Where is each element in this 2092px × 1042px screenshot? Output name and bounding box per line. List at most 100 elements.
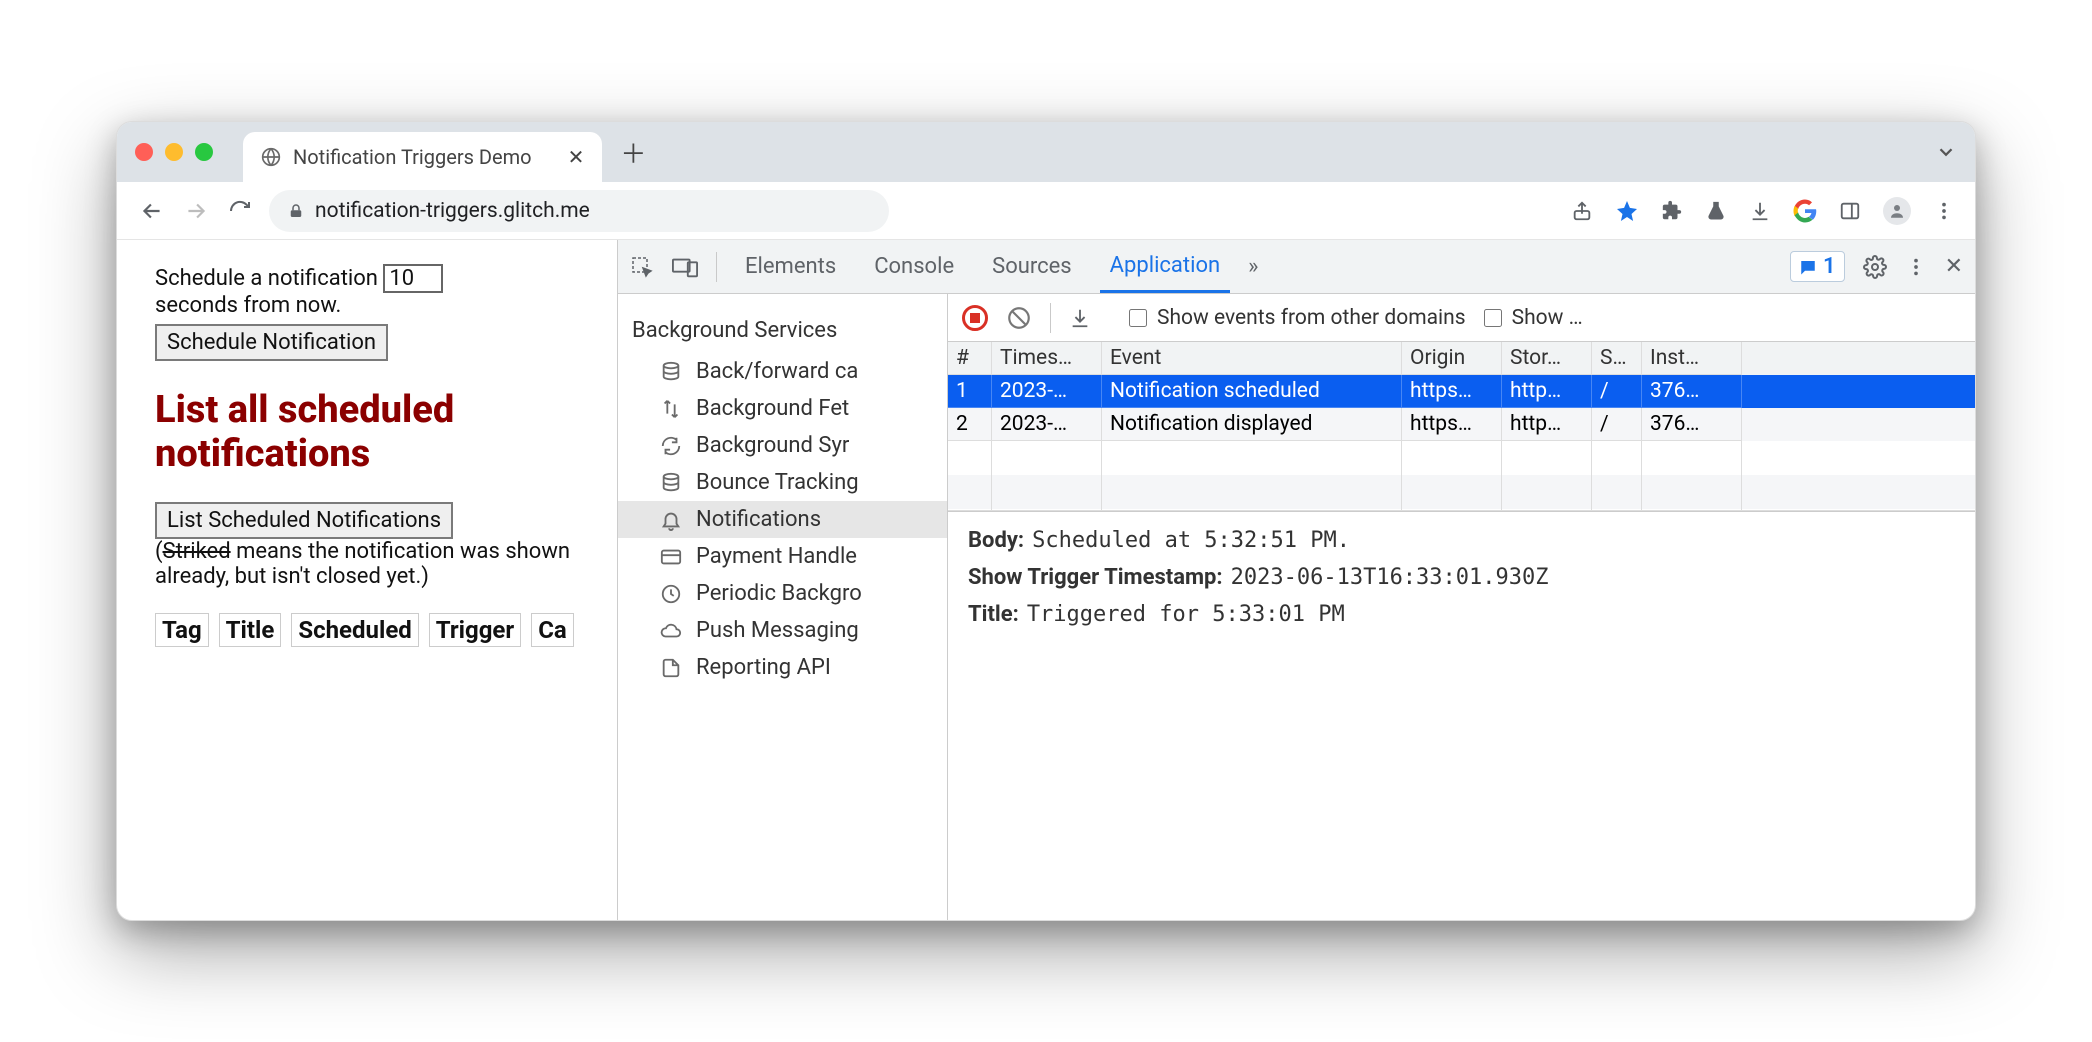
cell: http… (1502, 408, 1592, 441)
cell: https… (1402, 375, 1502, 408)
sidebar-item-bounce[interactable]: Bounce Tracking (618, 464, 947, 501)
record-button[interactable] (962, 305, 988, 331)
cell: Notification displayed (1102, 408, 1402, 441)
col-number[interactable]: # (948, 342, 992, 375)
th-title: Title (219, 613, 282, 647)
bookmark-star-icon[interactable] (1615, 199, 1639, 223)
share-icon[interactable] (1571, 200, 1593, 222)
window-controls (135, 143, 213, 161)
events-toolbar: Show events from other domains Show … (948, 294, 1975, 342)
content-area: Schedule a notification 10 seconds from … (117, 240, 1975, 920)
detail-body-label: Body: (968, 528, 1024, 553)
lock-icon (287, 202, 305, 220)
show-other-domains-checkbox[interactable]: Show events from other domains (1129, 306, 1466, 330)
sidebar-item-payment[interactable]: Payment Handle (618, 538, 947, 575)
sidebar-item-bf-cache[interactable]: Back/forward ca (618, 353, 947, 390)
col-timestamp[interactable]: Times… (992, 342, 1102, 375)
col-storage[interactable]: Stor… (1502, 342, 1592, 375)
devtools-kebab-icon[interactable] (1905, 256, 1927, 278)
close-tab-icon[interactable]: ✕ (568, 145, 585, 169)
cell: 2023-… (992, 375, 1102, 408)
clear-button[interactable] (1006, 305, 1032, 331)
cell: 1 (948, 375, 992, 408)
downloads-icon[interactable] (1749, 200, 1771, 222)
show-truncated-checkbox[interactable]: Show … (1484, 306, 1583, 330)
cell: Notification scheduled (1102, 375, 1402, 408)
tab-sources[interactable]: Sources (982, 240, 1082, 293)
cell: / (1592, 375, 1642, 408)
th-trigger: Trigger (429, 613, 521, 647)
demo-page: Schedule a notification 10 seconds from … (117, 240, 617, 920)
table-blank-rows (948, 441, 1975, 511)
col-instance[interactable]: Inst… (1642, 342, 1742, 375)
new-tab-button[interactable]: ＋ (620, 134, 646, 171)
detail-ts-value: 2023-06-13T16:33:01.930Z (1231, 565, 1549, 590)
omnibox[interactable]: notification-triggers.glitch.me (269, 190, 889, 232)
sync-icon (658, 435, 684, 457)
forward-button[interactable] (181, 198, 211, 224)
tab-console[interactable]: Console (864, 240, 964, 293)
devtools-tabstrip: Elements Console Sources Application » 1 (618, 240, 1975, 294)
sidebar-item-notifications[interactable]: Notifications (618, 501, 947, 538)
event-details: Body: Scheduled at 5:32:51 PM. Show Trig… (948, 511, 1975, 643)
schedule-button[interactable]: Schedule Notification (155, 324, 388, 361)
cell: http… (1502, 375, 1592, 408)
sidebar-section-title: Background Services (618, 312, 947, 353)
tabs-overflow-icon[interactable]: » (1248, 254, 1258, 279)
sidebar-item-periodic[interactable]: Periodic Backgro (618, 575, 947, 612)
sidebar-label: Back/forward ca (696, 359, 858, 384)
col-origin[interactable]: Origin (1402, 342, 1502, 375)
device-toggle-icon[interactable] (672, 256, 698, 278)
labs-icon[interactable] (1705, 200, 1727, 222)
cell: 376… (1642, 375, 1742, 408)
clock-icon (658, 583, 684, 605)
list-scheduled-button[interactable]: List Scheduled Notifications (155, 502, 453, 539)
table-row[interactable]: 1 2023-… Notification scheduled https… h… (948, 375, 1975, 408)
cell: https… (1402, 408, 1502, 441)
sidebar-label: Notifications (696, 507, 821, 532)
google-icon[interactable] (1793, 199, 1817, 223)
cell: / (1592, 408, 1642, 441)
tabs-menu-icon[interactable] (1935, 141, 1957, 163)
th-scheduled: Scheduled (291, 613, 418, 647)
swap-icon (658, 398, 684, 420)
browser-tab[interactable]: Notification Triggers Demo ✕ (243, 132, 602, 182)
maximize-window-button[interactable] (195, 143, 213, 161)
tab-elements[interactable]: Elements (735, 240, 846, 293)
checkbox-input[interactable] (1129, 309, 1147, 327)
extensions-icon[interactable] (1661, 200, 1683, 222)
tab-application[interactable]: Application (1100, 240, 1230, 293)
inspect-icon[interactable] (630, 255, 654, 279)
issues-badge[interactable]: 1 (1790, 251, 1845, 282)
col-event[interactable]: Event (1102, 342, 1402, 375)
cell: 2 (948, 408, 992, 441)
bell-icon (658, 509, 684, 531)
sidepanel-icon[interactable] (1839, 200, 1861, 222)
checkbox-input[interactable] (1484, 309, 1502, 327)
striked-word: Striked (163, 539, 231, 564)
table-row[interactable]: 2 2023-… Notification displayed https… h… (948, 408, 1975, 441)
settings-gear-icon[interactable] (1863, 255, 1887, 279)
sidebar-item-reporting[interactable]: Reporting API (618, 649, 947, 686)
reload-button[interactable] (225, 199, 255, 223)
sidebar-label: Background Fet (696, 396, 849, 421)
devtools-close-icon[interactable]: ✕ (1945, 254, 1963, 279)
seconds-input[interactable]: 10 (383, 264, 443, 293)
sidebar-item-push[interactable]: Push Messaging (618, 612, 947, 649)
kebab-menu-icon[interactable] (1933, 200, 1955, 222)
issues-count: 1 (1823, 254, 1836, 279)
sidebar-label: Background Syr (696, 433, 849, 458)
events-panel: Show events from other domains Show … # … (948, 294, 1975, 920)
close-window-button[interactable] (135, 143, 153, 161)
save-events-icon[interactable] (1069, 307, 1091, 329)
page-heading: List all scheduled notifications (155, 389, 593, 476)
profile-avatar[interactable] (1883, 197, 1911, 225)
detail-title-label: Title: (968, 602, 1019, 627)
sidebar-item-bg-sync[interactable]: Background Syr (618, 427, 947, 464)
sidebar-label: Push Messaging (696, 618, 859, 643)
col-s[interactable]: S… (1592, 342, 1642, 375)
minimize-window-button[interactable] (165, 143, 183, 161)
browser-window: Notification Triggers Demo ✕ ＋ notificat… (116, 121, 1976, 921)
sidebar-item-bg-fetch[interactable]: Background Fet (618, 390, 947, 427)
back-button[interactable] (137, 198, 167, 224)
